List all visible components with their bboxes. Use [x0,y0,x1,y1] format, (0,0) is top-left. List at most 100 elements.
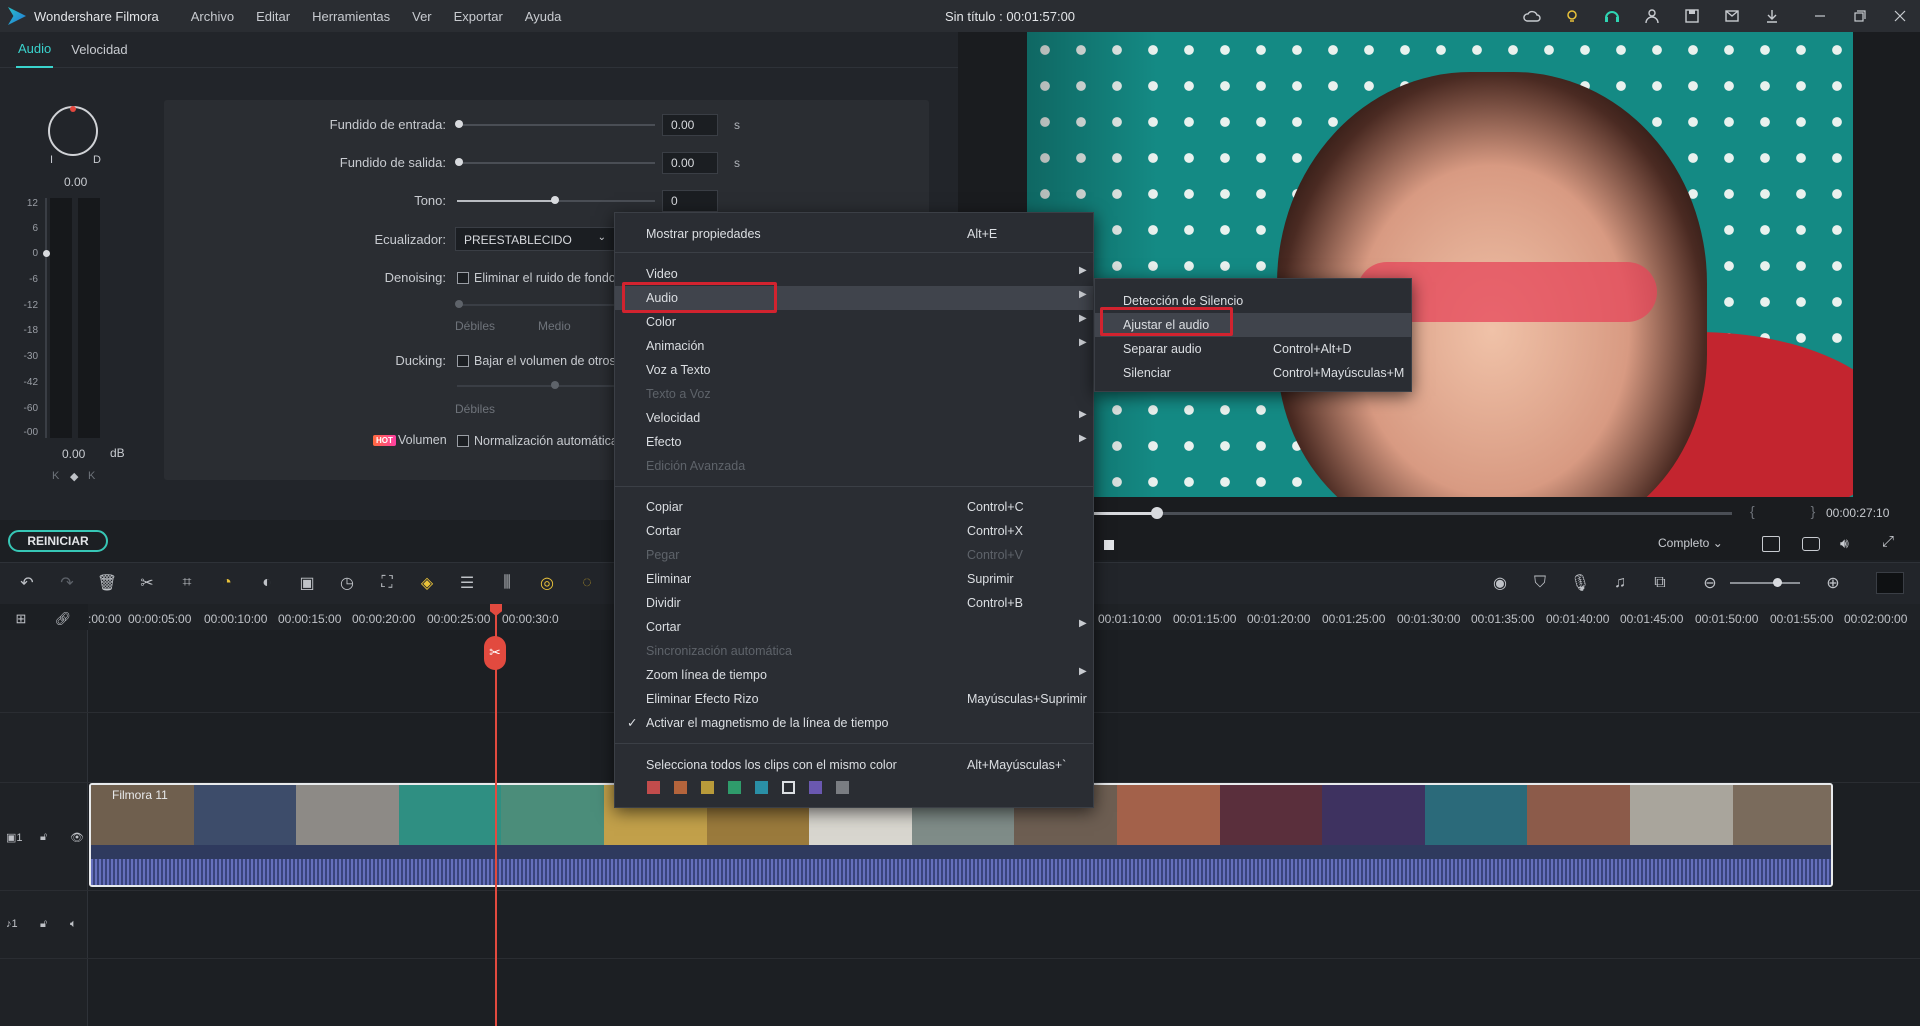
download-icon[interactable] [1762,6,1782,26]
monitor-icon[interactable] [1762,536,1780,552]
close-icon[interactable] [1890,6,1910,26]
menu-item-timeline-zoom[interactable]: Zoom línea de tiempo ▶ [615,663,1093,687]
bulb-icon[interactable] [1562,6,1582,26]
color-swatch[interactable] [647,781,660,794]
delete-icon[interactable]: 🗑︎ [96,572,118,594]
menu-item-color[interactable]: Color ▶ [615,310,1093,334]
menu-item-cut[interactable]: Cortar Control+X [615,519,1093,543]
color-swatch-selected[interactable] [782,781,795,794]
menu-archivo[interactable]: Archivo [191,9,234,24]
fullscreen-icon[interactable]: ⤢ [1882,533,1894,550]
color-swatch[interactable] [674,781,687,794]
color-swatch[interactable] [809,781,822,794]
submenu-item-detach-audio[interactable]: Separar audio Control+Alt+D [1095,337,1411,361]
lock-icon[interactable]: 🔓︎ [40,918,47,931]
menu-item-properties[interactable]: Mostrar propiedades Alt+E [615,222,1093,246]
link-icon[interactable]: 🔗︎ [52,608,74,630]
menu-item-speed[interactable]: Velocidad ▶ [615,406,1093,430]
cloud-icon[interactable] [1522,6,1542,26]
color-icon[interactable]: ◐ [256,572,278,594]
fade-out-slider-knob[interactable] [455,158,463,166]
keyframe-icon[interactable]: ◈ [416,572,438,594]
pitch-slider-knob[interactable] [551,196,559,204]
save-icon[interactable] [1682,6,1702,26]
preview-progress-knob[interactable] [1151,507,1163,519]
preview-progress-bar[interactable] [1090,512,1732,515]
marker-icon[interactable]: ⛉ [1529,572,1551,594]
pitch-input[interactable]: 0 [662,190,718,212]
fade-in-slider[interactable] [457,124,655,126]
zoom-slider-knob[interactable] [1773,578,1782,587]
menu-item-select-same-color[interactable]: Selecciona todos los clips con el mismo … [615,753,1093,777]
tab-audio[interactable]: Audio [16,31,54,68]
snapshot-icon[interactable] [1802,537,1820,551]
adjust-icon[interactable]: ☰ [456,572,478,594]
menu-editar[interactable]: Editar [256,9,290,24]
quality-dropdown[interactable]: Completo ⌄ [1658,536,1723,550]
microphone-icon[interactable]: 🎙︎ [1569,572,1591,594]
speaker-icon[interactable]: 🔈︎ [70,918,77,931]
zoom-in-icon[interactable]: ⊕ [1822,572,1844,594]
color-swatch[interactable] [755,781,768,794]
stop-button[interactable] [1104,540,1114,550]
color-swatch[interactable] [836,781,849,794]
normalize-checkbox[interactable] [457,435,469,447]
crop-icon[interactable]: ⌗ [176,572,198,594]
volume-icon[interactable]: 🔊︎ [1840,535,1849,552]
headset-icon[interactable] [1602,6,1622,26]
menu-item-delete[interactable]: Eliminar Suprimir [615,567,1093,591]
pip-icon[interactable]: ⧉ [1649,572,1671,594]
mail-icon[interactable] [1722,6,1742,26]
auto-ripple-icon[interactable]: ◎ [536,572,558,594]
restore-icon[interactable] [1850,6,1870,26]
speed-icon[interactable]: ◔ [216,572,238,594]
add-track-icon[interactable]: ⊞ [10,608,32,630]
menu-item-magnet[interactable]: ✓ Activar el magnetismo de la línea de ti… [615,711,1093,735]
reset-button[interactable]: REINICIAR [8,530,108,552]
fade-out-slider[interactable] [457,162,655,164]
redo-icon[interactable]: ↷ [56,572,78,594]
fade-out-input[interactable]: 0.00 [662,152,718,174]
video-preview[interactable] [1027,32,1853,497]
pan-knob[interactable] [48,106,98,156]
green-screen-icon[interactable]: ▣ [296,572,318,594]
keyframe-add-icon[interactable]: ◆ [70,470,78,483]
zoom-slider[interactable] [1730,582,1800,584]
tab-velocidad[interactable]: Velocidad [69,32,129,67]
volume-slider-knob[interactable] [43,250,50,257]
menu-item-ripple-delete[interactable]: Eliminar Efecto Rizo Mayúsculas+Suprimir [615,687,1093,711]
menu-item-copy[interactable]: Copiar Control+C [615,495,1093,519]
zoom-out-icon[interactable]: ⊖ [1699,572,1721,594]
cut-icon[interactable]: ✂ [136,572,158,594]
audio-mixer-icon[interactable]: ⫼ [496,572,518,594]
fade-in-slider-knob[interactable] [455,120,463,128]
color-swatch[interactable] [728,781,741,794]
account-icon[interactable] [1642,6,1662,26]
menu-item-animation[interactable]: Animación ▶ [615,334,1093,358]
keyframe-next-icon[interactable]: K [88,470,95,482]
auto-sync-icon[interactable]: ◌ [576,572,598,594]
submenu-item-mute[interactable]: Silenciar Control+Mayúsculas+M [1095,361,1411,385]
ducking-checkbox[interactable] [457,355,469,367]
menu-item-speech-to-text[interactable]: Voz a Texto [615,358,1093,382]
color-swatch[interactable] [701,781,714,794]
menu-ver[interactable]: Ver [412,9,432,24]
scissors-icon[interactable]: ✂ [484,636,506,670]
menu-item-split[interactable]: Dividir Control+B [615,591,1093,615]
menu-item-trim[interactable]: Cortar ▶ [615,615,1093,639]
minimize-icon[interactable] [1810,6,1830,26]
menu-ayuda[interactable]: Ayuda [525,9,562,24]
lock-icon[interactable]: 🔓︎ [40,831,47,844]
render-icon[interactable]: ◉ [1489,572,1511,594]
eye-icon[interactable]: 👁︎ [70,831,84,844]
undo-icon[interactable]: ↶ [16,572,38,594]
duration-icon[interactable]: ◷ [336,572,358,594]
fade-in-input[interactable]: 0.00 [662,114,718,136]
menu-item-effect[interactable]: Efecto ▶ [615,430,1093,454]
menu-exportar[interactable]: Exportar [454,9,503,24]
freeze-frame-icon[interactable]: ⛶ [376,572,398,594]
eq-dropdown[interactable]: PREESTABLECIDO ⌄ [455,227,615,251]
menu-herramientas[interactable]: Herramientas [312,9,390,24]
denoise-checkbox[interactable] [457,272,469,284]
audio-list-icon[interactable]: ♫ [1609,572,1631,594]
